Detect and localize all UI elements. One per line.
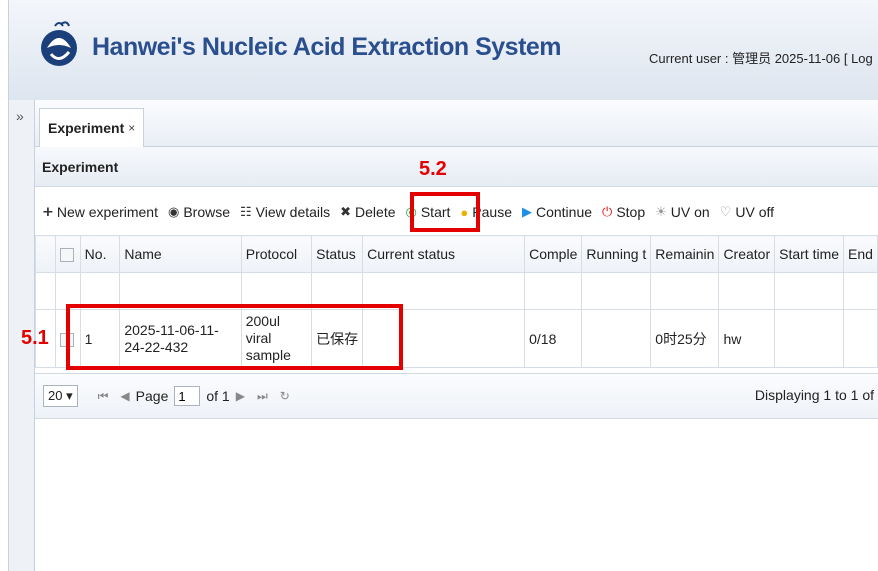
- next-page-icon[interactable]: ▶: [236, 389, 245, 403]
- delete-icon: ✖: [340, 204, 352, 219]
- add-icon: ➕︎: [43, 204, 53, 219]
- expand-sidebar-icon[interactable]: »: [16, 108, 24, 124]
- continue-label: Continue: [535, 204, 593, 220]
- power-icon: ⏻: [602, 204, 613, 219]
- app-header: Hanwei's Nucleic Acid Extraction System …: [8, 0, 878, 100]
- column-header-protocol[interactable]: Protocol: [240, 235, 313, 273]
- cell-end: [843, 309, 878, 368]
- page-size-select[interactable]: 20 ▾: [43, 385, 78, 407]
- table-header-row: No. Name Protocol Status Current status …: [34, 235, 878, 273]
- continue-icon: ▶: [521, 204, 532, 219]
- delete-label: Delete: [355, 204, 396, 220]
- delete-button[interactable]: ✖ Delete: [340, 204, 395, 220]
- column-header-remaining[interactable]: Remainin: [650, 235, 720, 273]
- column-header-start-time[interactable]: Start time: [774, 235, 845, 273]
- select-all-checkbox[interactable]: [60, 248, 75, 263]
- panel-title: Experiment: [35, 147, 878, 187]
- page-of-label: of 1: [206, 388, 230, 404]
- uv-off-label: UV off: [735, 204, 775, 220]
- displaying-info: Displaying 1 to 1 of: [754, 387, 874, 403]
- view-details-label: View details: [255, 204, 331, 220]
- filter-cell[interactable]: [524, 272, 583, 310]
- refresh-icon[interactable]: ↻: [280, 389, 290, 403]
- tab-experiment-label: Experiment: [48, 120, 125, 136]
- new-experiment-label: New experiment: [56, 204, 158, 220]
- browse-button[interactable]: ◉ Browse: [168, 204, 230, 220]
- column-header-running[interactable]: Running t: [581, 235, 652, 273]
- cell-creator: hw: [718, 309, 776, 368]
- stop-label: Stop: [616, 204, 646, 220]
- uv-on-button[interactable]: ☀ UV on: [655, 204, 710, 220]
- filter-cell[interactable]: [718, 272, 776, 310]
- column-header-current-status[interactable]: Current status: [362, 235, 526, 273]
- continue-button[interactable]: ▶ Continue: [522, 204, 592, 220]
- pagination-bar: 20 ▾ ⏮ ◀ Page of 1 ▶ ⏭ ↻ Displaying 1 to…: [35, 373, 878, 419]
- row-highlight-box: [66, 304, 403, 370]
- filter-cell[interactable]: [650, 272, 720, 310]
- start-highlight-box: [410, 192, 480, 232]
- uv-off-button[interactable]: ♡ UV off: [720, 204, 774, 220]
- uv-on-label: UV on: [670, 204, 710, 220]
- column-header-creator[interactable]: Creator: [718, 235, 776, 273]
- annotation-5-2: 5.2: [419, 158, 447, 180]
- column-header-status[interactable]: Status: [311, 235, 364, 273]
- bulb-off-icon: ♡: [719, 204, 732, 219]
- document-icon: ☷: [240, 204, 252, 219]
- tab-bar: Experiment ×: [35, 100, 878, 147]
- annotation-5-1: 5.1: [21, 327, 49, 349]
- column-header-complete[interactable]: Comple: [524, 235, 583, 273]
- first-page-icon[interactable]: ⏮: [98, 389, 109, 404]
- app-logo: [41, 21, 77, 66]
- bulb-on-icon: ☀: [655, 204, 667, 219]
- column-header-end[interactable]: End: [843, 235, 878, 273]
- cell-start-time: [774, 309, 845, 368]
- tab-experiment[interactable]: Experiment ×: [39, 108, 145, 147]
- page-number-input[interactable]: [174, 386, 201, 406]
- user-info: Current user : 管理员 2025-11-06 [ Log: [649, 51, 873, 66]
- cell-remaining: 0时25分: [650, 309, 720, 368]
- filter-cell[interactable]: [581, 272, 652, 310]
- prev-page-icon[interactable]: ◀: [120, 389, 129, 403]
- new-experiment-button[interactable]: ➕︎ New experiment: [43, 204, 158, 220]
- column-header-no[interactable]: No.: [79, 235, 121, 273]
- header-spacer: [34, 235, 57, 273]
- cell-complete: 0/18: [524, 309, 583, 368]
- close-tab-icon[interactable]: ×: [128, 121, 135, 135]
- filter-cell[interactable]: [843, 272, 878, 310]
- browse-label: Browse: [183, 204, 231, 220]
- eye-icon: ◉: [167, 204, 180, 219]
- header-select-all[interactable]: [55, 235, 81, 273]
- column-header-name[interactable]: Name: [119, 235, 242, 273]
- filter-cell: [34, 272, 57, 310]
- app-title: Hanwei's Nucleic Acid Extraction System: [92, 33, 562, 61]
- cell-running: [581, 309, 652, 368]
- view-details-button[interactable]: ☷ View details: [240, 204, 330, 220]
- page-label: Page: [135, 388, 169, 404]
- filter-cell[interactable]: [774, 272, 845, 310]
- last-page-icon[interactable]: ⏭: [257, 389, 268, 404]
- stop-button[interactable]: ⏻ Stop: [602, 204, 645, 220]
